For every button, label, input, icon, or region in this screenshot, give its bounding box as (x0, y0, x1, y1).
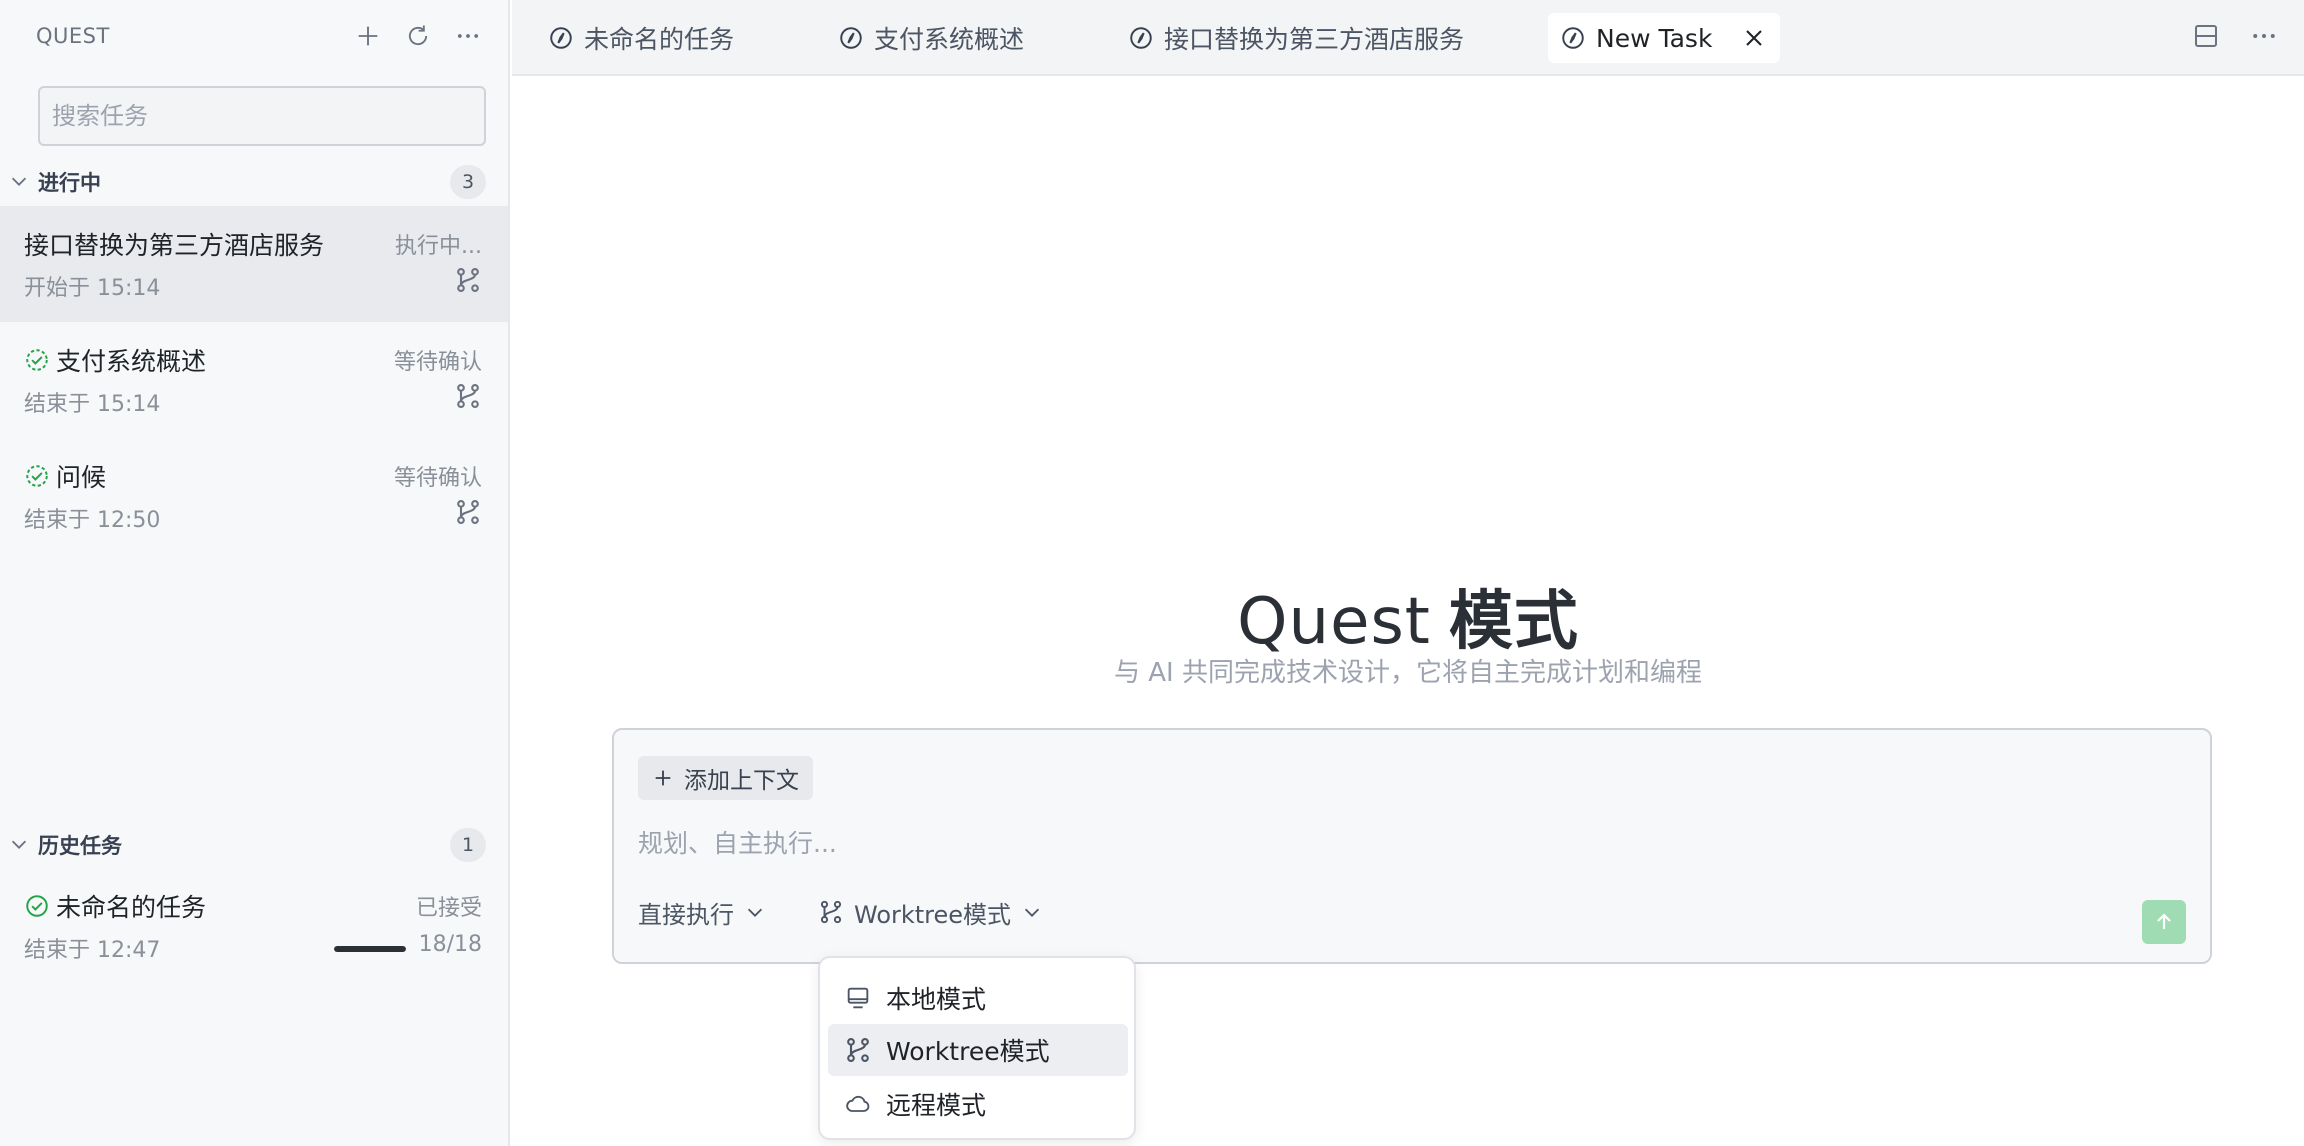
chevron-down-icon (11, 177, 27, 186)
plus-icon (655, 770, 671, 786)
section-history[interactable]: 历史任务 1 (0, 823, 510, 867)
branch-icon (457, 267, 479, 293)
refresh-button[interactable] (400, 18, 436, 54)
composer: 添加上下文 直接执行 Worktree模式 (612, 728, 2212, 964)
cloud-icon (846, 1095, 870, 1112)
menu-item-local[interactable]: 本地模式 (828, 972, 1128, 1024)
check-circle-icon (26, 895, 48, 917)
branch-icon (457, 499, 479, 525)
env-mode-dropdown[interactable]: Worktree模式 (818, 892, 1043, 932)
layout-split-icon (2195, 25, 2217, 47)
split-editor-button[interactable] (2188, 18, 2224, 54)
chevron-down-icon (747, 908, 763, 917)
section-count: 3 (450, 165, 486, 199)
more-button[interactable] (450, 18, 486, 54)
task-title: 接口替换为第三方酒店服务 (24, 231, 325, 260)
tab-more-button[interactable] (2246, 18, 2282, 54)
compass-icon (1130, 27, 1152, 49)
task-item[interactable]: 支付系统概述 等待确认 结束于 15:14 (0, 322, 508, 438)
add-context-button[interactable]: 添加上下文 (638, 756, 813, 800)
new-task-button[interactable] (350, 18, 386, 54)
close-icon[interactable] (1740, 24, 1768, 52)
section-in-progress[interactable]: 进行中 3 (0, 160, 510, 204)
task-time: 开始于 15:14 (24, 276, 161, 301)
env-mode-menu: 本地模式 Worktree模式 远程模式 (818, 956, 1136, 1140)
task-status: 等待确认 (393, 466, 482, 491)
main-panel: Quest 模式 与 AI 共同完成技术设计，它将自主完成计划和编程 添加上下文 … (512, 78, 2304, 1146)
compass-icon (840, 27, 862, 49)
task-title: 问候 (24, 458, 106, 494)
menu-item-remote[interactable]: 远程模式 (828, 1078, 1128, 1130)
task-item[interactable]: 接口替换为第三方酒店服务 执行中... 开始于 15:14 (0, 206, 508, 322)
sidebar: QUEST 进行中 3 接口替换为第三方酒店服务 执行中... (0, 0, 510, 1146)
compass-icon (550, 27, 572, 49)
menu-item-worktree[interactable]: Worktree模式 (828, 1024, 1128, 1076)
more-icon (457, 34, 479, 38)
task-title: 支付系统概述 (24, 342, 206, 378)
dashed-check-icon (26, 465, 48, 487)
arrow-up-icon (2157, 913, 2171, 929)
refresh-icon (408, 25, 428, 46)
chevron-down-icon (11, 840, 27, 849)
progress-text: 18/18 (418, 932, 482, 957)
prompt-input[interactable] (638, 820, 2138, 866)
task-status: 执行中... (395, 234, 482, 259)
sidebar-header: QUEST (0, 0, 510, 76)
task-time: 结束于 12:50 (24, 508, 161, 533)
branch-icon (457, 383, 479, 409)
title-mode: 模式 (1448, 585, 1579, 659)
page-title: Quest 模式 (512, 570, 2304, 662)
search-input[interactable] (38, 86, 486, 146)
sidebar-title: QUEST (36, 24, 110, 48)
task-item[interactable]: 问候 等待确认 结束于 12:50 (0, 438, 508, 554)
dashed-check-icon (26, 349, 48, 371)
monitor-icon (847, 987, 869, 1009)
section-label: 历史任务 (38, 834, 122, 858)
section-label: 进行中 (38, 171, 101, 195)
plus-icon (358, 26, 378, 46)
app-window: QUEST 进行中 3 接口替换为第三方酒店服务 执行中... (0, 0, 2304, 1146)
chevron-down-icon (1024, 908, 1040, 917)
task-item[interactable]: 未命名的任务 已接受 结束于 12:47 18/18 (0, 868, 508, 984)
send-button[interactable] (2142, 900, 2186, 944)
tab-payment-overview[interactable]: 支付系统概述 (826, 13, 1036, 63)
more-icon (2253, 34, 2275, 38)
tabbar-actions (2188, 18, 2282, 54)
branch-icon (820, 900, 842, 924)
page-subtitle: 与 AI 共同完成技术设计，它将自主完成计划和编程 (1114, 658, 1702, 688)
task-time: 结束于 12:47 (24, 938, 161, 963)
progress-bar (334, 946, 406, 952)
sidebar-actions (350, 18, 486, 54)
tab-new-task[interactable]: New Task (1548, 13, 1781, 63)
tab-bar: 未命名的任务 支付系统概述 接口替换为第三方酒店服务 New Task (512, 0, 2304, 76)
task-time: 结束于 15:14 (24, 392, 161, 417)
tab-hotel-service[interactable]: 接口替换为第三方酒店服务 (1116, 13, 1476, 63)
section-count: 1 (450, 828, 486, 862)
task-title: 未命名的任务 (24, 888, 206, 924)
compass-icon (1562, 27, 1584, 49)
exec-mode-dropdown[interactable]: 直接执行 (638, 892, 766, 932)
progress-fill (334, 946, 406, 952)
branch-icon (847, 1037, 869, 1063)
tab-untitled-task[interactable]: 未命名的任务 (536, 13, 746, 63)
title-quest: Quest (1237, 585, 1431, 659)
task-status: 等待确认 (393, 350, 482, 375)
task-status: 已接受 (415, 896, 482, 921)
